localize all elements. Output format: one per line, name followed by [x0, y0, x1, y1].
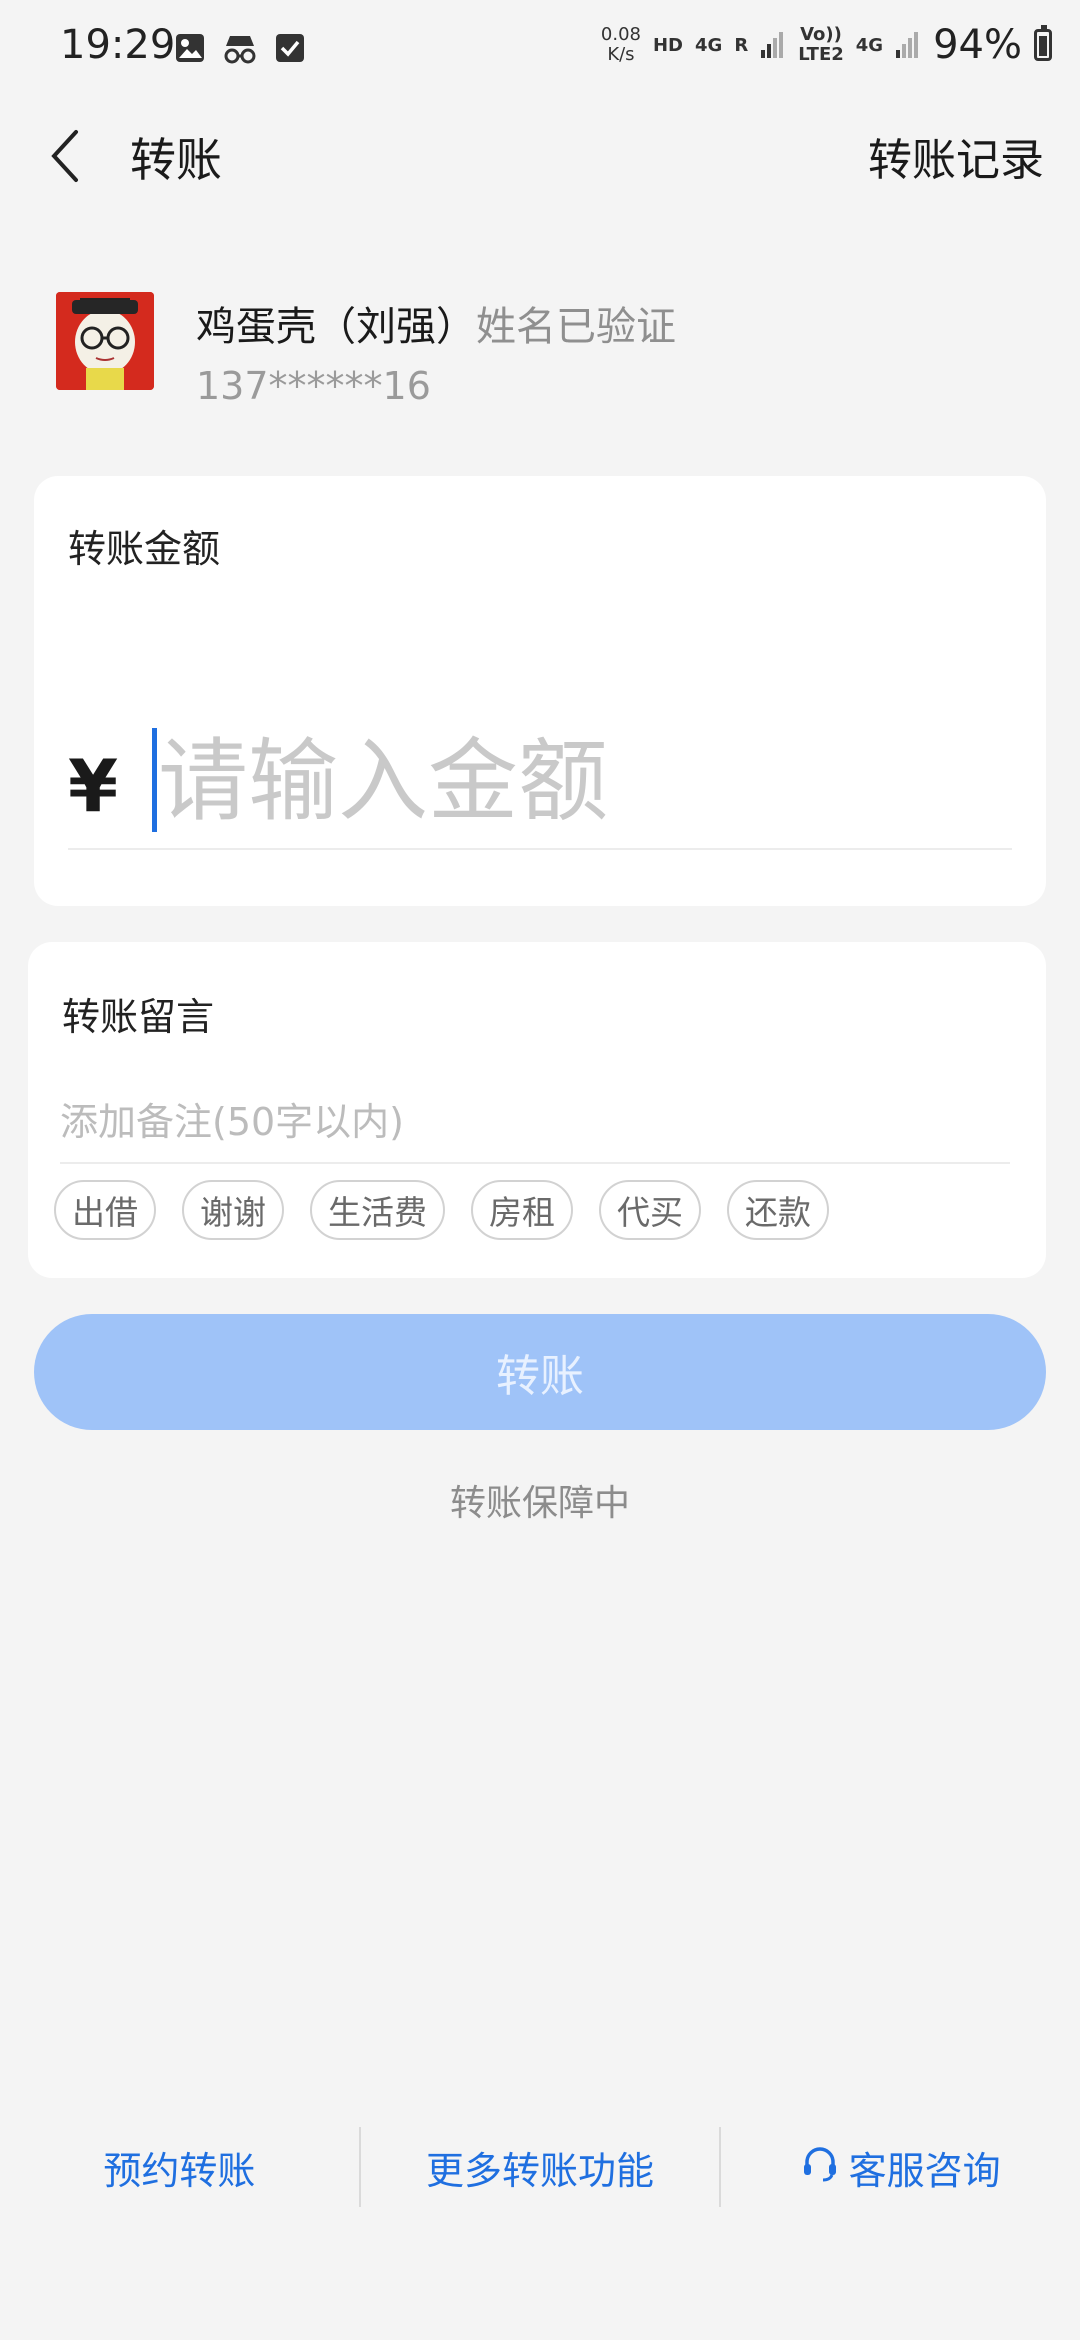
customer-service-link[interactable]: 客服咨询	[721, 2124, 1080, 2210]
quick-notes: 出借 谢谢 生活费 房租 代买 还款	[54, 1180, 829, 1240]
recipient-name: 鸡蛋壳（刘强）	[196, 304, 476, 350]
network-4g-indicator-2: 4G	[855, 34, 884, 56]
more-transfer-label: 更多转账功能	[426, 2148, 655, 2193]
chip-purchase[interactable]: 代买	[599, 1180, 701, 1240]
chip-repay[interactable]: 还款	[727, 1180, 829, 1240]
name-verified-label: 姓名已验证	[476, 304, 676, 350]
signal-icon-2	[895, 28, 921, 62]
message-label: 转账留言	[62, 995, 215, 1039]
incognito-icon	[222, 30, 258, 66]
gallery-icon	[172, 30, 208, 66]
battery-percent: 94%	[933, 22, 1022, 68]
footer-actions: 预约转账 更多转账功能 客服咨询	[0, 2124, 1080, 2210]
transfer-button[interactable]: 转账	[34, 1314, 1046, 1430]
battery-icon	[1034, 25, 1052, 61]
chip-rent[interactable]: 房租	[471, 1180, 573, 1240]
headset-icon	[801, 2144, 839, 2191]
volte-indicator: Vo)) LTE2	[798, 24, 844, 65]
status-bar: 19:29 0.08 K/s HD 4G R Vo)) LTE2 4G 94%	[0, 0, 1080, 100]
customer-service-label: 客服咨询	[848, 2148, 1001, 2193]
text-caret	[152, 728, 157, 832]
recipient-phone: 137******16	[196, 364, 431, 408]
amount-label: 转账金额	[68, 527, 221, 571]
hd-indicator: HD	[652, 34, 683, 56]
message-card: 转账留言 出借 谢谢 生活费 房租 代买 还款	[28, 942, 1046, 1278]
chevron-left-icon	[51, 130, 78, 182]
amount-card: 转账金额 ¥	[34, 476, 1046, 906]
more-transfer-functions-link[interactable]: 更多转账功能	[361, 2124, 720, 2210]
avatar	[56, 292, 154, 390]
network-4g-indicator: 4G	[695, 34, 723, 56]
signal-icon	[760, 28, 786, 62]
message-input[interactable]	[60, 1082, 1010, 1164]
amount-input[interactable]	[158, 726, 998, 836]
checkbox-icon	[272, 30, 308, 66]
app-header: 转账 转账记录	[0, 110, 1080, 210]
back-button[interactable]	[40, 118, 100, 198]
status-right: 0.08 K/s HD 4G R Vo)) LTE2 4G 94%	[601, 22, 1052, 68]
transfer-record-link[interactable]: 转账记录	[868, 124, 1044, 188]
notification-icons	[172, 30, 308, 66]
currency-symbol: ¥	[68, 744, 119, 828]
roaming-indicator: R	[734, 34, 749, 56]
chip-lend[interactable]: 出借	[54, 1180, 156, 1240]
chip-living-expense[interactable]: 生活费	[310, 1180, 445, 1240]
amount-row: ¥	[68, 718, 1012, 850]
scheduled-transfer-link[interactable]: 预约转账	[0, 2124, 359, 2210]
transfer-guarantee-text: 转账保障中	[449, 1483, 630, 1524]
scheduled-transfer-label: 预约转账	[103, 2148, 256, 2193]
recipient-name-line: 鸡蛋壳（刘强）姓名已验证	[196, 294, 676, 352]
status-time: 19:29	[60, 22, 176, 68]
chip-thanks[interactable]: 谢谢	[182, 1180, 284, 1240]
network-speed: 0.08 K/s	[600, 24, 641, 65]
page-title: 转账	[130, 133, 222, 187]
